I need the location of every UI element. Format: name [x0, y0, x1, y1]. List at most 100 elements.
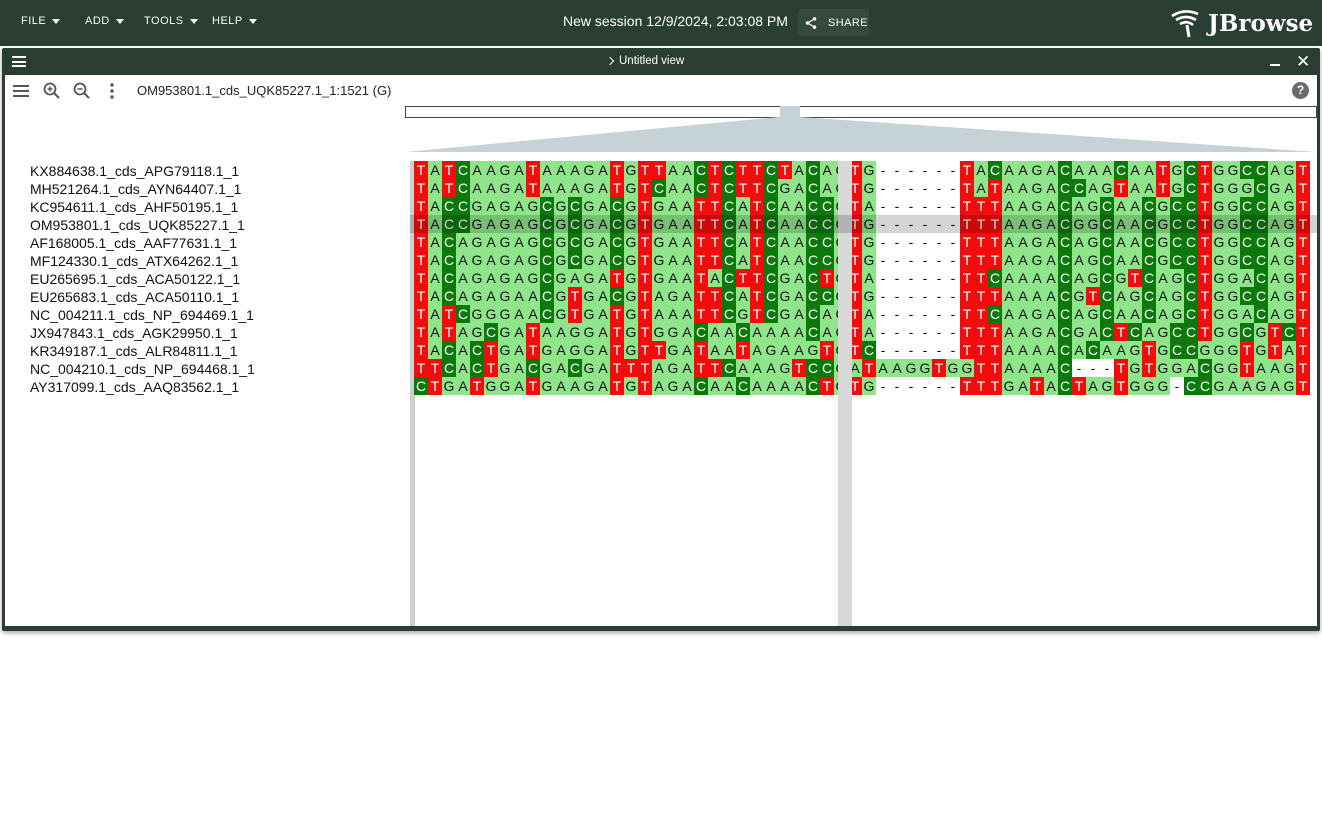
base-cell[interactable]: G	[1282, 197, 1296, 215]
base-cell[interactable]: T	[638, 215, 652, 233]
base-cell[interactable]: T	[1198, 305, 1212, 323]
base-cell[interactable]: C	[806, 197, 820, 215]
base-cell[interactable]: G	[568, 323, 582, 341]
base-cell[interactable]: A	[1128, 251, 1142, 269]
base-cell[interactable]: A	[1044, 179, 1058, 197]
base-cell[interactable]: G	[778, 359, 792, 377]
base-cell[interactable]: -	[932, 287, 946, 305]
base-cell[interactable]: -	[946, 323, 960, 341]
base-cell[interactable]: G	[652, 323, 666, 341]
base-cell[interactable]: G	[582, 197, 596, 215]
base-cell[interactable]: T	[960, 197, 974, 215]
base-cell[interactable]: A	[428, 305, 442, 323]
base-cell[interactable]: C	[1240, 323, 1254, 341]
view-title[interactable]: Untitled view	[605, 55, 684, 67]
base-cell[interactable]: A	[1142, 161, 1156, 179]
base-cell[interactable]: G	[498, 323, 512, 341]
base-cell[interactable]: A	[554, 323, 568, 341]
msa-panel[interactable]: TATCAAGATAAAGATGTTAACTCTTCTACAGTG------T…	[410, 161, 1317, 626]
base-cell[interactable]: A	[680, 161, 694, 179]
base-cell[interactable]: G	[1156, 359, 1170, 377]
base-cell[interactable]: A	[792, 161, 806, 179]
base-cell[interactable]: T	[568, 305, 582, 323]
base-cell[interactable]: A	[1072, 197, 1086, 215]
base-cell[interactable]: T	[1114, 179, 1128, 197]
base-cell[interactable]: G	[498, 341, 512, 359]
base-cell[interactable]: T	[1296, 233, 1310, 251]
base-cell[interactable]: -	[904, 269, 918, 287]
base-cell[interactable]: G	[498, 269, 512, 287]
base-cell[interactable]: T	[974, 197, 988, 215]
base-cell[interactable]: -	[932, 233, 946, 251]
base-cell[interactable]: C	[820, 233, 834, 251]
base-cell[interactable]: G	[526, 269, 540, 287]
base-cell[interactable]: C	[1254, 161, 1268, 179]
base-cell[interactable]: A	[484, 251, 498, 269]
base-cell[interactable]: C	[540, 305, 554, 323]
base-cell[interactable]: C	[1254, 233, 1268, 251]
base-cell[interactable]: A	[512, 359, 526, 377]
base-cell[interactable]: T	[988, 287, 1002, 305]
base-cell[interactable]: G	[1170, 287, 1184, 305]
base-cell[interactable]: G	[554, 251, 568, 269]
base-cell[interactable]: A	[596, 269, 610, 287]
base-cell[interactable]: A	[764, 377, 778, 395]
base-cell[interactable]: A	[1114, 251, 1128, 269]
base-cell[interactable]: -	[890, 215, 904, 233]
base-cell[interactable]: A	[778, 197, 792, 215]
base-cell[interactable]: G	[862, 215, 876, 233]
base-cell[interactable]: A	[1016, 377, 1030, 395]
base-cell[interactable]: G	[1282, 287, 1296, 305]
base-cell[interactable]: G	[470, 251, 484, 269]
base-cell[interactable]: T	[694, 287, 708, 305]
more-vert-icon[interactable]	[102, 82, 122, 100]
base-cell[interactable]: A	[1002, 269, 1016, 287]
base-cell[interactable]: T	[1268, 323, 1282, 341]
base-cell[interactable]: C	[1198, 377, 1212, 395]
base-cell[interactable]: G	[904, 359, 918, 377]
base-cell[interactable]: T	[638, 269, 652, 287]
base-cell[interactable]: A	[1016, 323, 1030, 341]
base-cell[interactable]: A	[1114, 233, 1128, 251]
base-cell[interactable]: G	[1156, 377, 1170, 395]
base-cell[interactable]: T	[974, 341, 988, 359]
base-cell[interactable]: G	[666, 359, 680, 377]
base-cell[interactable]: A	[1072, 341, 1086, 359]
base-cell[interactable]: C	[820, 287, 834, 305]
base-cell[interactable]: A	[1016, 305, 1030, 323]
base-cell[interactable]: A	[1086, 179, 1100, 197]
base-cell[interactable]: A	[1128, 305, 1142, 323]
base-cell[interactable]: G	[1212, 215, 1226, 233]
sequence-name[interactable]: NC_004211.1_cds_NP_694469.1_1	[30, 306, 400, 324]
base-cell[interactable]: C	[442, 269, 456, 287]
base-cell[interactable]: -	[932, 377, 946, 395]
base-cell[interactable]: T	[1142, 341, 1156, 359]
base-cell[interactable]: A	[680, 305, 694, 323]
base-cell[interactable]: C	[694, 161, 708, 179]
base-cell[interactable]: G	[526, 197, 540, 215]
base-cell[interactable]: G	[582, 215, 596, 233]
base-cell[interactable]: C	[1058, 269, 1072, 287]
base-cell[interactable]: T	[694, 197, 708, 215]
base-cell[interactable]: G	[498, 197, 512, 215]
base-cell[interactable]: -	[1086, 359, 1100, 377]
base-cell[interactable]: -	[918, 377, 932, 395]
base-cell[interactable]: A	[876, 359, 890, 377]
base-cell[interactable]: G	[624, 233, 638, 251]
base-cell[interactable]: A	[1100, 161, 1114, 179]
base-cell[interactable]: A	[778, 341, 792, 359]
base-cell[interactable]: C	[1184, 269, 1198, 287]
base-cell[interactable]: C	[1100, 251, 1114, 269]
base-cell[interactable]: G	[862, 251, 876, 269]
base-cell[interactable]: C	[442, 197, 456, 215]
base-cell[interactable]: A	[596, 287, 610, 305]
base-cell[interactable]: G	[1226, 179, 1240, 197]
base-cell[interactable]: A	[652, 377, 666, 395]
base-cell[interactable]: C	[568, 215, 582, 233]
base-cell[interactable]: G	[1226, 305, 1240, 323]
base-cell[interactable]: A	[1142, 323, 1156, 341]
base-cell[interactable]: G	[1086, 305, 1100, 323]
base-cell[interactable]: G	[470, 233, 484, 251]
base-cell[interactable]: G	[526, 233, 540, 251]
base-cell[interactable]: C	[1058, 179, 1072, 197]
